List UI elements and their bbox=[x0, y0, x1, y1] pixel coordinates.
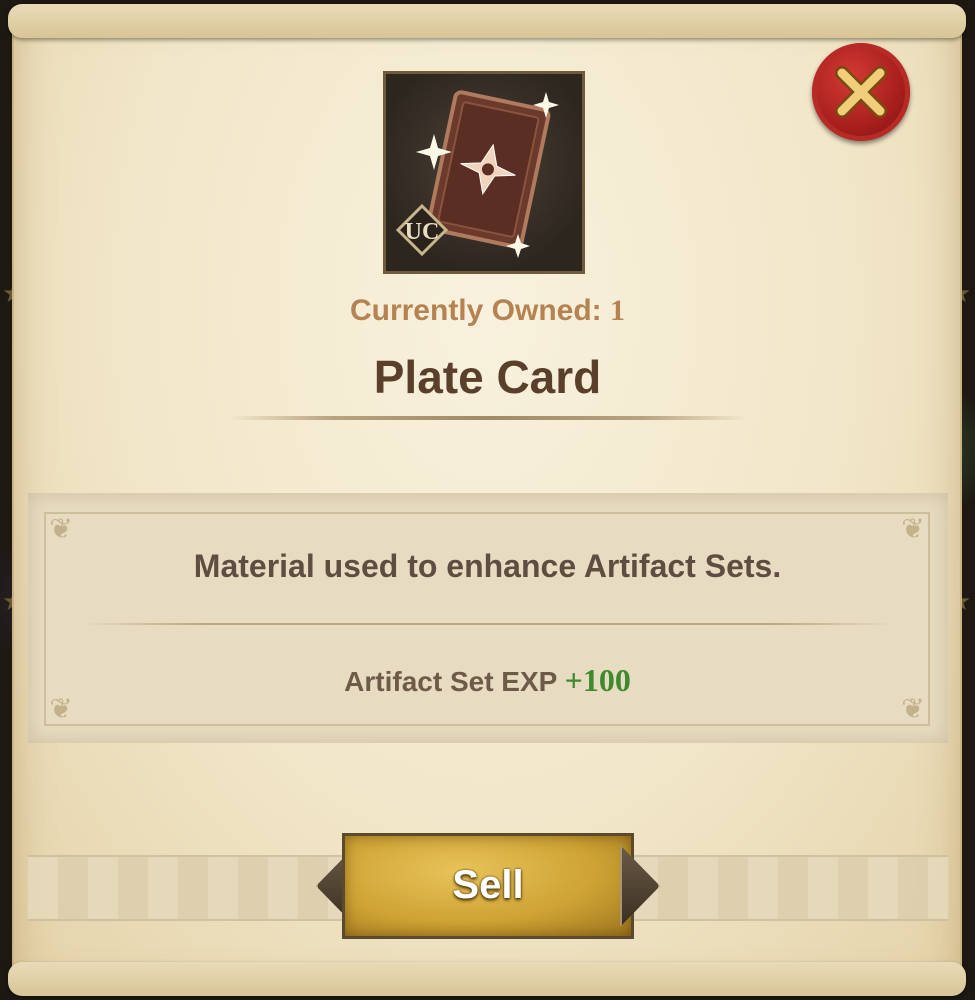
stat-value: +100 bbox=[564, 662, 631, 698]
description-divider bbox=[80, 623, 895, 625]
close-button[interactable] bbox=[812, 43, 910, 141]
grade-badge-text: UC bbox=[405, 219, 440, 245]
owned-count: 1 bbox=[610, 294, 626, 327]
scroll-bottom-edge bbox=[8, 962, 966, 996]
scroll-top-edge bbox=[8, 4, 966, 38]
title-divider bbox=[228, 416, 748, 420]
owned-count-line: Currently Owned: 1 bbox=[0, 294, 975, 328]
stat-line: Artifact Set EXP +100 bbox=[0, 662, 975, 699]
corner-ornament-icon: ❦ bbox=[49, 513, 73, 544]
item-description: Material used to enhance Artifact Sets. bbox=[193, 548, 782, 584]
sell-button[interactable]: Sell bbox=[316, 827, 660, 945]
game-screen: ★ ★ ★ ★ UC Currently Owned: 1 Plate Card bbox=[0, 0, 975, 1000]
stat-label: Artifact Set EXP bbox=[344, 666, 557, 697]
item-name: Plate Card bbox=[373, 351, 602, 403]
corner-ornament-icon: ❦ bbox=[901, 513, 925, 544]
owned-label: Currently Owned: bbox=[349, 294, 602, 327]
plate-card-icon: UC bbox=[395, 90, 559, 258]
sell-button-label: Sell bbox=[452, 863, 524, 907]
close-x-icon bbox=[835, 66, 887, 118]
item-icon-frame: UC bbox=[383, 71, 585, 274]
